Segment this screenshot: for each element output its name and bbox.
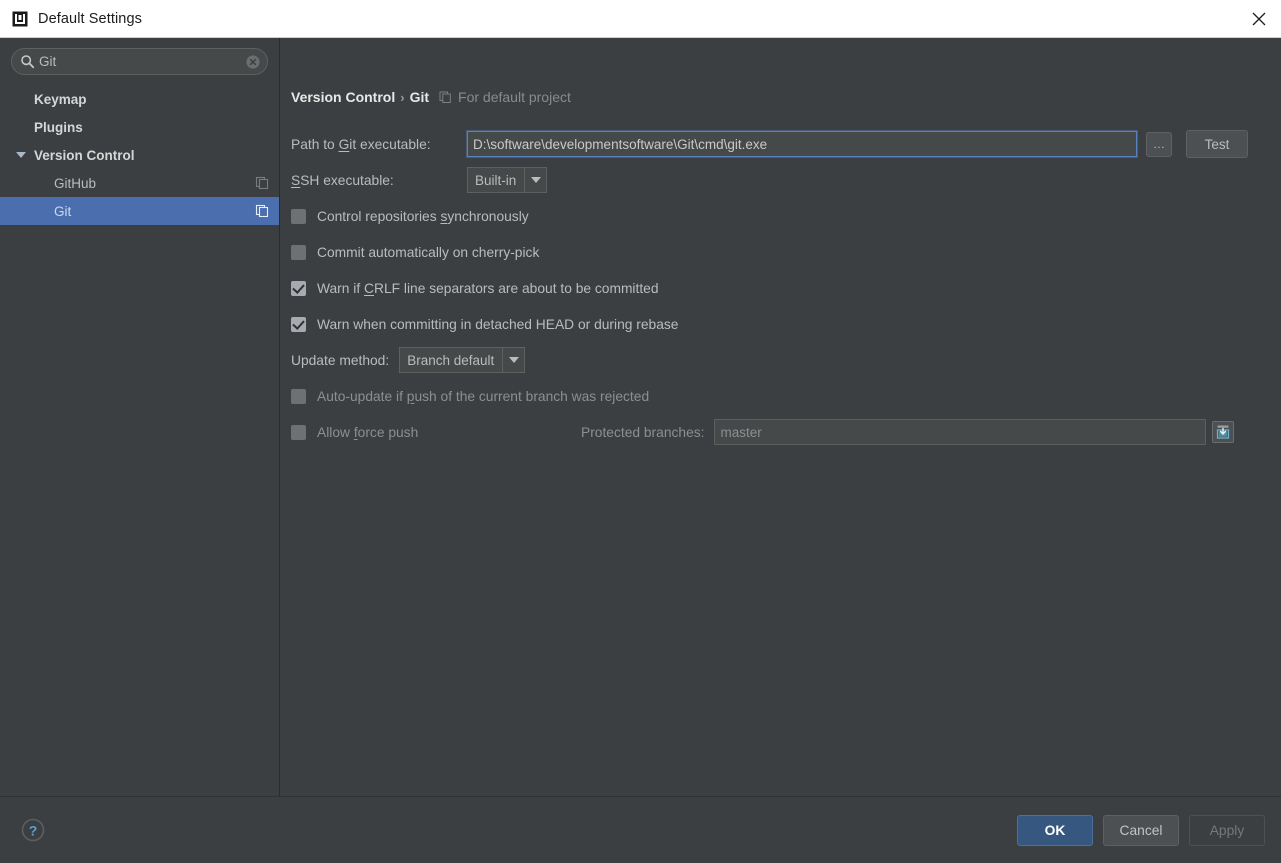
control-repositories-synchronously-row[interactable]: Control repositories synchronously [280,198,1281,234]
git-settings-form: Path to Git executable: … Test SSH execu… [280,126,1281,450]
protected-branches-label: Protected branches: [581,424,705,440]
sidebar-item-version-control[interactable]: Version Control [0,141,279,169]
warn-detached-head-label: Warn when committing in detached HEAD or… [317,316,679,332]
ssh-executable-dropdown[interactable]: Built-in [467,167,548,193]
breadcrumb-separator: › [400,89,405,105]
git-path-label: Path to Git executable: [291,137,465,152]
default-settings-dialog: Default Settings Git Keymap Plugins Vers… [0,0,1281,863]
control-repositories-synchronously-checkbox[interactable] [291,208,306,224]
update-method-dropdown[interactable]: Branch default [399,347,526,373]
sidebar-item-label: Version Control [34,147,135,163]
test-git-button[interactable]: Test [1186,130,1248,158]
cb-label-pre: Warn if [317,280,365,296]
chevron-down-icon[interactable] [524,168,546,192]
commit-automatically-on-cherry-pick-row[interactable]: Commit automatically on cherry-pick [280,234,1281,270]
sidebar-item-plugins[interactable]: Plugins [0,113,279,141]
cb-label-post: RLF line separators are about to be comm… [374,280,659,296]
copy-settings-icon[interactable] [255,176,269,190]
browse-git-path-button[interactable]: … [1146,131,1172,157]
sidebar-item-git[interactable]: Git [0,197,279,225]
close-icon [1252,12,1266,26]
auto-update-if-push-rejected-row[interactable]: Auto-update if push of the current branc… [280,378,1281,414]
warn-detached-head-checkbox[interactable] [291,316,306,332]
breadcrumb: Version Control › Git For default projec… [291,89,571,105]
ssh-label-mnemonic: S [291,172,301,188]
cb-label-post: orce push [357,424,419,440]
sidebar-item-github[interactable]: GitHub [0,169,279,197]
git-path-label-pre: Path to [291,136,339,152]
ssh-executable-label: SSH executable: [291,173,465,188]
warn-crlf-checkbox[interactable] [291,280,306,296]
apply-button[interactable]: Apply [1189,814,1265,846]
intellij-idea-icon [12,11,28,27]
allow-force-push-row: Allow force push Protected branches: [280,414,1281,450]
allow-force-push-checkbox[interactable] [291,424,306,440]
breadcrumb-page: Git [409,89,430,105]
chevron-down-icon[interactable] [502,348,524,372]
clear-circle-icon[interactable] [245,54,261,70]
search-icon [20,54,35,69]
allow-force-push-label: Allow force push [317,425,559,440]
ssh-executable-value: Built-in [475,172,517,188]
ok-button[interactable]: OK [1017,814,1093,846]
cb-label-post: ynchronously [447,208,529,224]
settings-sidebar: Keymap Plugins Version Control GitHub [0,38,280,796]
breadcrumb-section[interactable]: Version Control [291,89,395,105]
close-window-button[interactable] [1237,0,1281,37]
update-method-row: Update method: Branch default [280,342,1281,378]
expand-list-icon[interactable] [1212,421,1235,443]
warn-crlf-label: Warn if CRLF line separators are about t… [317,281,659,296]
git-path-label-mnemonic: G [338,136,350,152]
help-icon[interactable]: ? [20,817,46,843]
git-path-label-post: it executable: [349,136,431,152]
sidebar-item-label: GitHub [54,175,97,191]
cb-label-pre: Auto-update if [317,388,407,404]
project-icon [439,91,452,104]
sidebar-item-keymap[interactable]: Keymap [0,85,279,113]
svg-text:?: ? [29,822,38,838]
auto-update-if-push-rejected-checkbox[interactable] [291,388,306,404]
warn-crlf-row[interactable]: Warn if CRLF line separators are about t… [280,270,1281,306]
dialog-body: Keymap Plugins Version Control GitHub [0,38,1281,797]
search-box[interactable] [11,48,268,75]
update-method-value: Branch default [407,352,495,368]
auto-update-if-push-rejected-label: Auto-update if push of the current branc… [317,389,649,404]
copy-settings-icon[interactable] [255,204,269,218]
commit-automatically-on-cherry-pick-checkbox[interactable] [291,244,306,260]
window-title: Default Settings [38,10,142,27]
chevron-down-icon[interactable] [16,152,26,158]
cancel-button[interactable]: Cancel [1103,814,1179,846]
control-repositories-synchronously-label: Control repositories synchronously [317,209,529,224]
sidebar-item-label: Plugins [34,119,83,135]
ssh-executable-row: SSH executable: Built-in [280,162,1281,198]
git-path-row: Path to Git executable: … Test [280,126,1281,162]
protected-branches-input[interactable] [714,419,1207,445]
cb-label-mnemonic: C [364,280,374,296]
cb-label-post: ush of the current branch was rejected [414,388,650,404]
settings-tree: Keymap Plugins Version Control GitHub Gi… [0,85,279,225]
dialog-footer: ? OK Cancel Apply [0,797,1281,863]
ssh-label-post: SH executable: [300,172,394,188]
cb-label-pre: Allow [317,424,354,440]
search-input[interactable] [39,49,241,74]
settings-content: Version Control › Git For default projec… [280,38,1281,796]
title-bar: Default Settings [0,0,1281,38]
cb-label-pre: Control repositories [317,208,441,224]
sidebar-item-label: Keymap [34,91,87,107]
commit-automatically-on-cherry-pick-label: Commit automatically on cherry-pick [317,244,540,260]
git-path-input[interactable] [467,131,1137,157]
update-method-label: Update method: [291,352,390,368]
search-container [0,38,279,83]
warn-detached-head-row[interactable]: Warn when committing in detached HEAD or… [280,306,1281,342]
breadcrumb-scope: For default project [458,89,571,105]
sidebar-item-label: Git [54,203,72,219]
